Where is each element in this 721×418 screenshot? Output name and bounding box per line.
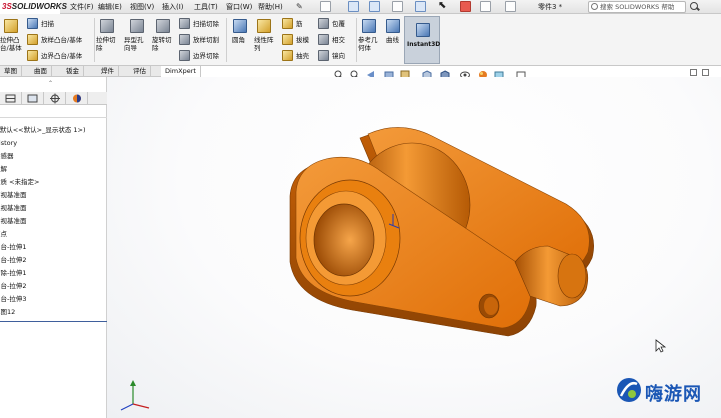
watermark-text: 嗨游网 xyxy=(645,384,702,405)
part-model[interactable] xyxy=(0,0,721,418)
view-triad-icon xyxy=(120,380,150,411)
pin-end xyxy=(557,253,587,299)
pin-hole-inner xyxy=(484,297,498,315)
watermark-logo-icon xyxy=(617,378,641,402)
boss-bore xyxy=(313,203,375,277)
mouse-cursor-icon xyxy=(655,339,667,353)
